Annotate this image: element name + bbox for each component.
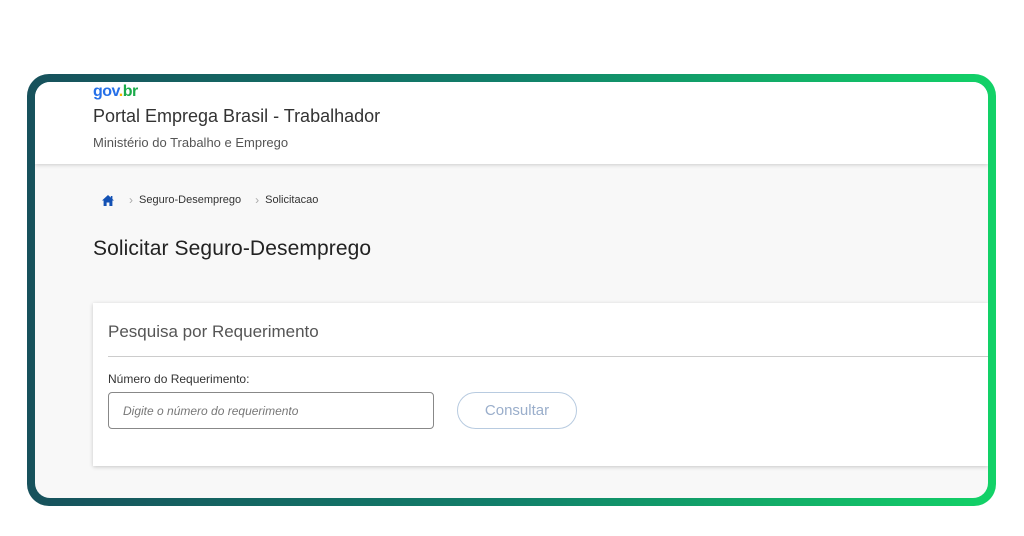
ministry-name: Ministério do Trabalho e Emprego: [93, 135, 289, 150]
browser-screen: gov.br Portal Emprega Brasil - Trabalhad…: [35, 82, 988, 498]
home-icon[interactable]: [101, 194, 115, 207]
card-divider: [108, 356, 988, 357]
portal-title[interactable]: Portal Emprega Brasil - Trabalhador: [93, 106, 380, 127]
breadcrumb-item-seguro-desemprego[interactable]: Seguro-Desemprego: [139, 194, 241, 206]
search-card: Pesquisa por Requerimento Número do Requ…: [93, 303, 988, 466]
breadcrumb-item-solicitacao: Solicitacao: [265, 194, 319, 206]
logo-gov: gov: [93, 83, 119, 100]
consultar-button[interactable]: Consultar: [457, 392, 577, 429]
device-frame: gov.br Portal Emprega Brasil - Trabalhad…: [27, 74, 996, 506]
card-title: Pesquisa por Requerimento: [108, 322, 319, 341]
chevron-right-icon: ›: [129, 193, 133, 207]
govbr-logo[interactable]: gov.br: [93, 83, 138, 101]
logo-br: br: [122, 83, 139, 100]
breadcrumb: › Seguro-Desemprego › Solicitacao: [101, 192, 318, 208]
requirement-number-input[interactable]: [108, 392, 434, 429]
chevron-right-icon: ›: [255, 193, 260, 207]
requirement-number-label: Número do Requerimento:: [108, 372, 250, 386]
page-title: Solicitar Seguro-Desemprego: [93, 237, 372, 260]
site-header: gov.br Portal Emprega Brasil - Trabalhad…: [35, 82, 988, 164]
